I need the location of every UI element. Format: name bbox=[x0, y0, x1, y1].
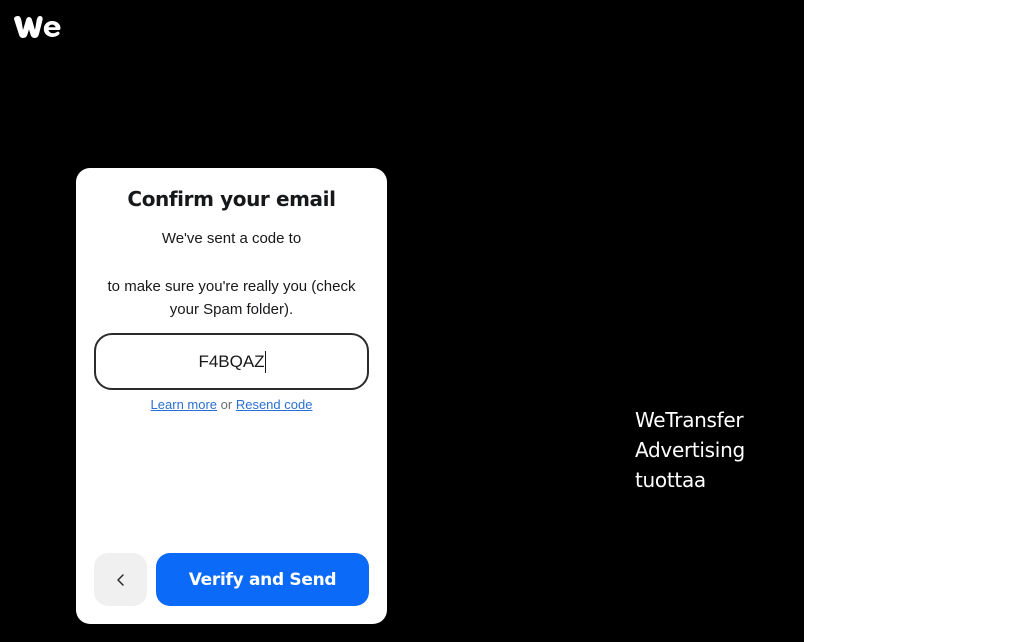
advertising-caption[interactable]: WeTransfer Advertising tuottaa bbox=[635, 405, 745, 495]
verification-code-input[interactable] bbox=[94, 333, 369, 390]
code-sent-text: We've sent a code to bbox=[161, 230, 302, 247]
text-caret bbox=[265, 351, 266, 373]
chevron-left-icon bbox=[116, 573, 124, 586]
spam-hint-text: to make sure you're really you (check yo… bbox=[107, 278, 356, 318]
back-button[interactable] bbox=[94, 553, 147, 606]
card-title: Confirm your email bbox=[127, 187, 336, 211]
ad-line-1: WeTransfer bbox=[635, 408, 744, 432]
help-links: Learn more or Resend code bbox=[76, 397, 387, 412]
ad-line-3: tuottaa bbox=[635, 468, 706, 492]
ad-line-2: Advertising bbox=[635, 438, 745, 462]
page: WeTransfer Advertising tuottaa Confirm y… bbox=[0, 0, 1024, 642]
confirm-email-card: Confirm your email We've sent a code to … bbox=[76, 168, 387, 624]
learn-more-link[interactable]: Learn more bbox=[151, 397, 217, 412]
resend-code-link[interactable]: Resend code bbox=[236, 397, 313, 412]
wetransfer-logo-icon[interactable] bbox=[12, 13, 62, 41]
verify-and-send-button[interactable]: Verify and Send bbox=[156, 553, 369, 606]
links-separator: or bbox=[220, 397, 236, 412]
